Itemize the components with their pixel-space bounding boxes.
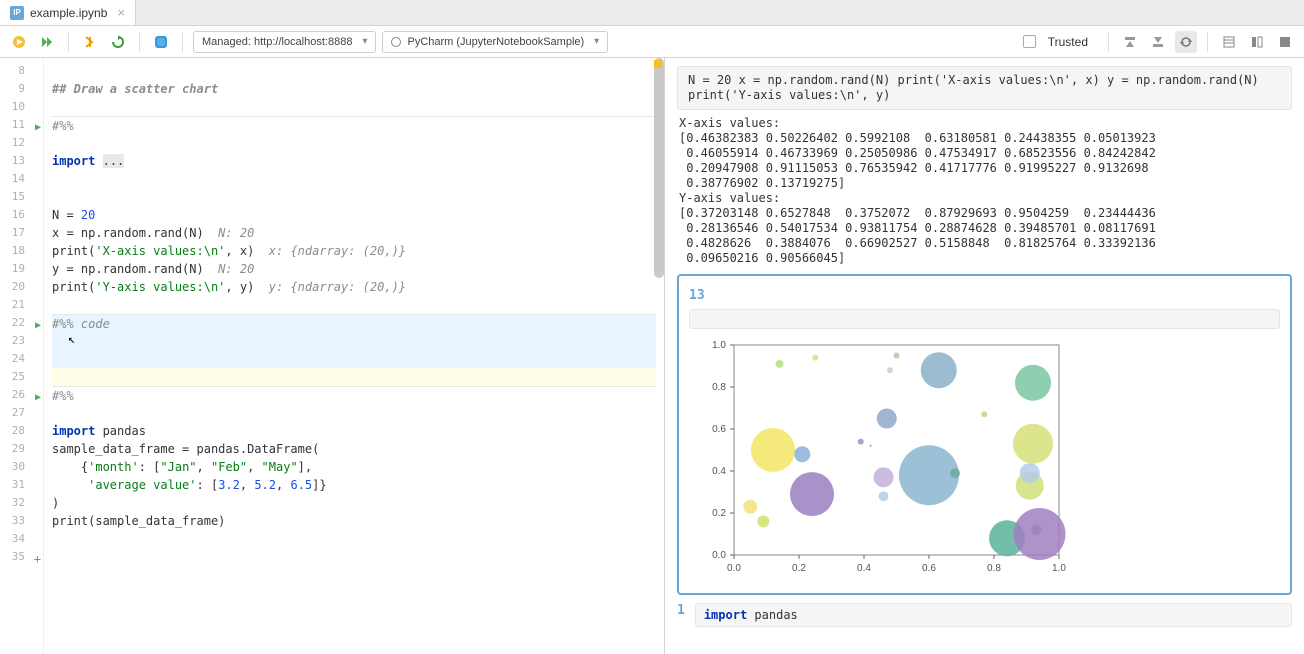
code-line[interactable]: ## Draw a scatter chart <box>52 80 656 98</box>
code-line[interactable]: x = np.random.rand(N) N: 20 <box>52 224 656 242</box>
svg-text:0.2: 0.2 <box>712 508 726 519</box>
trusted-label: Trusted <box>1048 35 1088 49</box>
kernel-status-icon <box>391 37 401 47</box>
server-combo-label: Managed: http://localhost:8888 <box>202 36 352 48</box>
preview-only-view-button[interactable] <box>1274 31 1296 53</box>
editor-tab-bar: IP example.ipynb × <box>0 0 1304 26</box>
restart-kernel-button[interactable] <box>107 31 129 53</box>
toolbar-separator <box>1207 32 1208 52</box>
next-cell-number: 1 <box>677 603 685 618</box>
svg-text:0.4: 0.4 <box>712 466 726 477</box>
code-line[interactable]: y = np.random.rand(N) N: 20 <box>52 260 656 278</box>
trusted-checkbox[interactable] <box>1023 35 1036 48</box>
cell-input-echo: N = 20 x = np.random.rand(N) print('X-ax… <box>677 66 1292 110</box>
server-combo[interactable]: Managed: http://localhost:8888 ▾ <box>193 31 376 53</box>
cell-number: 13 <box>689 288 705 303</box>
code-line[interactable] <box>52 350 656 368</box>
code-line[interactable]: ) <box>52 494 656 512</box>
svg-text:0.8: 0.8 <box>987 563 1001 574</box>
notebook-toolbar: Managed: http://localhost:8888 ▾ PyCharm… <box>0 26 1304 58</box>
code-line[interactable]: 'average value': [3.2, 5.2, 6.5]} <box>52 476 656 494</box>
toolbar-separator <box>1108 32 1109 52</box>
run-cell-button[interactable] <box>8 31 30 53</box>
svg-text:0.0: 0.0 <box>727 563 741 574</box>
interpreter-combo-label: PyCharm (JupyterNotebookSample) <box>407 36 584 48</box>
jupyter-file-icon: IP <box>10 6 24 20</box>
vertical-scrollbar[interactable] <box>654 58 664 278</box>
output-x-values: [0.46382383 0.50226402 0.5992108 0.63180… <box>679 131 1290 191</box>
svg-text:0.6: 0.6 <box>712 424 726 435</box>
main-split: 891011▶1213141516171819202122▶23242526▶2… <box>0 58 1304 654</box>
cell-toolbar-placeholder[interactable] <box>689 309 1280 329</box>
code-line[interactable]: print(sample_data_frame) <box>52 512 656 530</box>
close-icon[interactable]: × <box>117 5 125 20</box>
code-line[interactable] <box>52 404 656 422</box>
editor-only-view-button[interactable] <box>1218 31 1240 53</box>
code-line[interactable]: import pandas <box>52 422 656 440</box>
svg-text:0.0: 0.0 <box>712 550 726 561</box>
next-cell-code[interactable]: import pandas <box>695 603 1292 627</box>
output-y-label: Y-axis values: <box>679 191 1290 206</box>
code-line[interactable]: N = 20 <box>52 206 656 224</box>
code-line[interactable] <box>52 188 656 206</box>
code-line[interactable] <box>52 530 656 548</box>
code-line[interactable]: {'month': ["Jan", "Feb", "May"], <box>52 458 656 476</box>
svg-text:0.8: 0.8 <box>712 382 726 393</box>
code-line[interactable]: import ... <box>52 152 656 170</box>
interrupt-button[interactable] <box>79 31 101 53</box>
file-tab[interactable]: IP example.ipynb × <box>0 0 136 25</box>
active-output-cell: 13 0.0 0.2 0.4 0.6 0.8 1.0 0.0 0.2 0.4 0.6 0.8 1.0 <box>677 274 1292 595</box>
output-y-values: [0.37203148 0.6527848 0.3752072 0.879296… <box>679 206 1290 266</box>
next-cell: 1 import pandas <box>677 603 1292 627</box>
code-line[interactable]: #%% <box>52 116 656 134</box>
code-line[interactable] <box>52 98 656 116</box>
code-area[interactable]: ↖ ## Draw a scatter chart #%% import ... N … <box>44 58 664 654</box>
toolbar-separator <box>139 32 140 52</box>
svg-text:1.0: 1.0 <box>712 340 726 351</box>
add-cell-icon[interactable]: + <box>34 550 41 568</box>
svg-text:0.4: 0.4 <box>857 563 871 574</box>
output-x-label: X-axis values: <box>679 116 1290 131</box>
move-cell-up-button[interactable] <box>1119 31 1141 53</box>
interpreter-combo[interactable]: PyCharm (JupyterNotebookSample) ▾ <box>382 31 608 53</box>
chevron-down-icon: ▾ <box>362 36 367 47</box>
variables-button[interactable] <box>150 31 172 53</box>
toolbar-separator <box>68 32 69 52</box>
file-tab-label: example.ipynb <box>30 6 107 20</box>
mouse-cursor: ↖ <box>68 330 75 348</box>
code-line[interactable]: #%% code <box>52 314 656 332</box>
code-line[interactable]: sample_data_frame = pandas.DataFrame( <box>52 440 656 458</box>
code-editor[interactable]: 891011▶1213141516171819202122▶23242526▶2… <box>0 58 665 654</box>
svg-text:0.2: 0.2 <box>792 563 806 574</box>
svg-text:0.6: 0.6 <box>922 563 936 574</box>
svg-text:1.0: 1.0 <box>1052 563 1066 574</box>
code-line[interactable]: print('X-axis values:\n', x) x: {ndarray… <box>52 242 656 260</box>
code-line[interactable]: print('Y-axis values:\n', y) y: {ndarray… <box>52 278 656 296</box>
code-line[interactable] <box>52 332 656 350</box>
cell-marker <box>654 60 662 68</box>
output-preview[interactable]: N = 20 x = np.random.rand(N) print('X-ax… <box>665 58 1304 654</box>
run-all-button[interactable] <box>36 31 58 53</box>
chevron-down-icon: ▾ <box>594 36 599 47</box>
code-line[interactable] <box>52 296 656 314</box>
move-cell-down-button[interactable] <box>1147 31 1169 53</box>
code-line[interactable] <box>52 548 656 566</box>
code-line[interactable] <box>52 368 656 386</box>
code-line[interactable] <box>52 170 656 188</box>
code-line[interactable]: #%% <box>52 386 656 404</box>
line-gutter: 891011▶1213141516171819202122▶23242526▶2… <box>0 58 44 654</box>
toolbar-separator <box>182 32 183 52</box>
code-line[interactable] <box>52 134 656 152</box>
code-line[interactable] <box>52 62 656 80</box>
split-view-button[interactable] <box>1246 31 1268 53</box>
scatter-chart: 0.0 0.2 0.4 0.6 0.8 1.0 0.0 0.2 0.4 0.6 0.8 1.0 <box>689 335 1069 585</box>
sync-button[interactable] <box>1175 31 1197 53</box>
